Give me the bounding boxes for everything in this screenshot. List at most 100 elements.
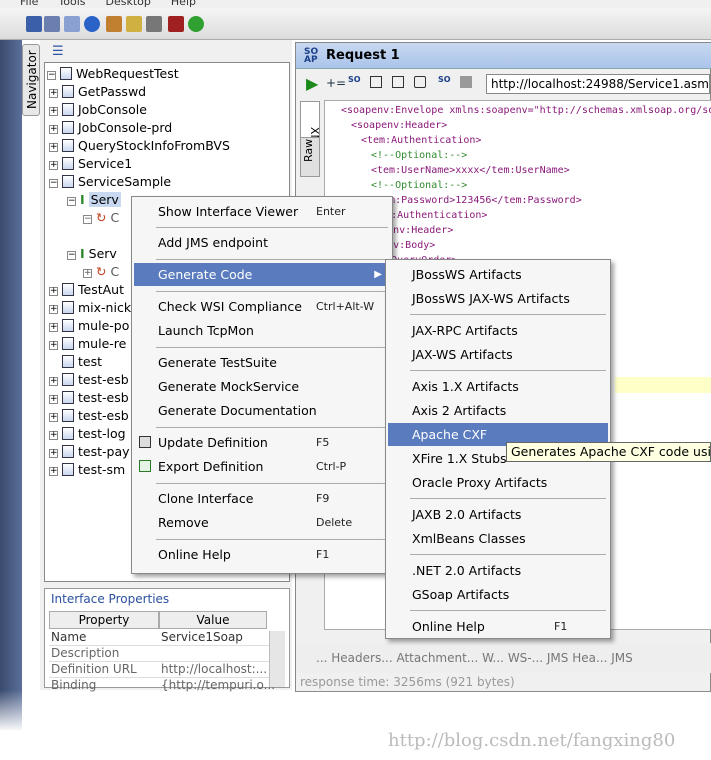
copy-icon[interactable] — [414, 76, 426, 88]
menu-item-update-definition[interactable]: Update Definition F5 — [134, 431, 390, 454]
expand-icon[interactable]: + — [49, 125, 58, 134]
tree-item[interactable]: + test-sm — [49, 461, 125, 479]
menu-item-export-definition[interactable]: Export Definition Ctrl-P — [134, 455, 390, 478]
tree-root[interactable]: − WebRequestTest — [47, 65, 179, 83]
tabs-view-icon[interactable] — [392, 76, 404, 88]
split-view-icon[interactable] — [370, 76, 382, 88]
tree-item[interactable]: + JobConsole — [49, 101, 147, 119]
expand-icon[interactable]: + — [49, 143, 58, 152]
submenu-item-jbossws-jaxws[interactable]: JBossWS JAX-WS Artifacts — [388, 287, 608, 310]
import-icon[interactable] — [44, 16, 60, 32]
tree-item[interactable]: + test-log — [49, 425, 126, 443]
endpoint-url-field[interactable]: http://localhost:24988/Service1.asmx — [486, 74, 710, 94]
collapse-icon[interactable]: − — [67, 251, 76, 260]
menu-file[interactable]: File — [20, 0, 38, 8]
table-row[interactable]: Definition URL http://localhost:... — [49, 662, 281, 678]
tree-item[interactable]: + Service1 — [49, 155, 132, 173]
stop-icon[interactable] — [460, 76, 472, 88]
collapse-icon[interactable]: − — [67, 197, 76, 206]
menu-separator — [410, 314, 606, 315]
menu-item-online-help[interactable]: Online Help F1 — [134, 543, 390, 566]
submenu-item-xmlbeans[interactable]: XmlBeans Classes — [388, 527, 608, 550]
proxy-icon[interactable] — [126, 16, 142, 32]
main-toolbar — [0, 8, 711, 40]
menu-item-generate-mockservice[interactable]: Generate MockService — [134, 375, 390, 398]
menu-item-show-interface-viewer[interactable]: Show Interface Viewer Enter — [134, 200, 390, 223]
menu-item-generate-code[interactable]: Generate Code ▶ — [134, 263, 390, 286]
new-project-icon[interactable] — [26, 16, 42, 32]
tree-item[interactable]: + mule-po — [49, 317, 129, 335]
tree-item[interactable]: +test — [49, 353, 102, 371]
submenu-item-axis2[interactable]: Axis 2 Artifacts — [388, 399, 608, 422]
submit-request-icon[interactable]: ▶ — [306, 74, 318, 93]
tree-item[interactable]: + mule-re — [49, 335, 126, 353]
expand-icon[interactable]: + — [83, 269, 92, 278]
tab-raw[interactable]: Raw — [300, 137, 320, 177]
tree-item[interactable]: + test-esb — [49, 389, 129, 407]
tree-item[interactable]: + mix-nick — [49, 299, 131, 317]
properties-scrollbar[interactable] — [269, 631, 285, 687]
table-row[interactable]: Name Service1Soap — [49, 630, 281, 646]
monitor-icon[interactable] — [168, 16, 184, 32]
collapse-icon[interactable]: − — [47, 71, 56, 80]
expand-icon[interactable]: + — [49, 89, 58, 98]
property-value: http://localhost:... — [161, 662, 268, 676]
save-all-icon[interactable] — [64, 16, 80, 32]
submenu-item-jbossws[interactable]: JBossWS Artifacts — [388, 263, 608, 286]
interface-icon — [62, 337, 74, 350]
menu-item-launch-tcpmon[interactable]: Launch TcpMon — [134, 319, 390, 342]
request-bottom-tabs[interactable]: ... Headers... Attachment... W... WS-...… — [296, 643, 711, 673]
value-column-header[interactable]: Value — [159, 611, 267, 629]
menu-item-shortcut: Ctrl-P — [316, 460, 347, 473]
submenu-item-jaxrpc[interactable]: JAX-RPC Artifacts — [388, 319, 608, 342]
menu-item-label: JAXB 2.0 Artifacts — [412, 507, 522, 522]
menu-tools[interactable]: Tools — [58, 0, 85, 8]
tree-item[interactable]: + TestAut — [49, 281, 124, 299]
sync-icon[interactable] — [188, 16, 204, 32]
menu-item-generate-documentation[interactable]: Generate Documentation — [134, 399, 390, 422]
tree-item[interactable]: + GetPasswd — [49, 83, 146, 101]
tree-item[interactable]: − I Serv — [67, 245, 117, 263]
menu-item-check-wsi-compliance[interactable]: Check WSI Compliance Ctrl+Alt-W — [134, 295, 390, 318]
submenu-item-jaxb[interactable]: JAXB 2.0 Artifacts — [388, 503, 608, 526]
submenu-item-online-help[interactable]: Online Help F1 — [388, 615, 608, 638]
tree-subitem[interactable]: − ↻ C — [83, 209, 119, 227]
add-assertion-icon[interactable]: += — [326, 76, 346, 90]
menu-item-add-jms-endpoint[interactable]: Add JMS endpoint — [134, 231, 390, 254]
property-column-header[interactable]: Property — [49, 611, 159, 629]
response-time-status: response time: 3256ms (921 bytes) — [300, 675, 515, 689]
tree-item[interactable]: + test-pay — [49, 443, 130, 461]
collapse-icon[interactable]: − — [49, 179, 58, 188]
submenu-item-axis1[interactable]: Axis 1.X Artifacts — [388, 375, 608, 398]
soap-ws-icon[interactable]: SO — [438, 75, 451, 84]
navigator-toolbar-icon[interactable]: ☰ — [52, 44, 64, 59]
tools-icon[interactable] — [146, 16, 162, 32]
tree-subitem[interactable]: + ↻ C — [83, 263, 119, 281]
menu-bar[interactable]: File Tools Desktop Help — [0, 0, 711, 8]
soap-operation-icon[interactable]: SO — [348, 75, 361, 84]
collapse-icon[interactable]: − — [83, 215, 92, 224]
expand-icon[interactable]: + — [49, 107, 58, 116]
submenu-item-oracle-proxy[interactable]: Oracle Proxy Artifacts — [388, 471, 608, 494]
submenu-item-dotnet[interactable]: .NET 2.0 Artifacts — [388, 559, 608, 582]
preferences-icon[interactable] — [106, 16, 122, 32]
help-icon[interactable] — [84, 16, 100, 32]
navigator-tab[interactable]: Navigator — [22, 44, 40, 116]
tree-item[interactable]: − ServiceSample — [49, 173, 171, 191]
tree-item[interactable]: + JobConsole-prd — [49, 119, 172, 137]
tree-item[interactable]: + test-esb — [49, 371, 129, 389]
interface-icon — [62, 409, 74, 422]
menu-item-clone-interface[interactable]: Clone Interface F9 — [134, 487, 390, 510]
tree-item-selected[interactable]: − I Serv — [67, 191, 121, 209]
tree-item[interactable]: + QueryStockInfoFromBVS — [49, 137, 230, 155]
submenu-item-gsoap[interactable]: GSoap Artifacts — [388, 583, 608, 606]
menu-item-label: Check WSI Compliance — [158, 299, 302, 314]
tree-item[interactable]: + test-esb — [49, 407, 129, 425]
expand-icon[interactable]: + — [49, 161, 58, 170]
menu-item-generate-testsuite[interactable]: Generate TestSuite — [134, 351, 390, 374]
menu-desktop[interactable]: Desktop — [106, 0, 151, 8]
table-row[interactable]: Description — [49, 646, 281, 662]
submenu-item-jaxws[interactable]: JAX-WS Artifacts — [388, 343, 608, 366]
menu-help[interactable]: Help — [171, 0, 196, 8]
menu-item-remove[interactable]: Remove Delete — [134, 511, 390, 534]
